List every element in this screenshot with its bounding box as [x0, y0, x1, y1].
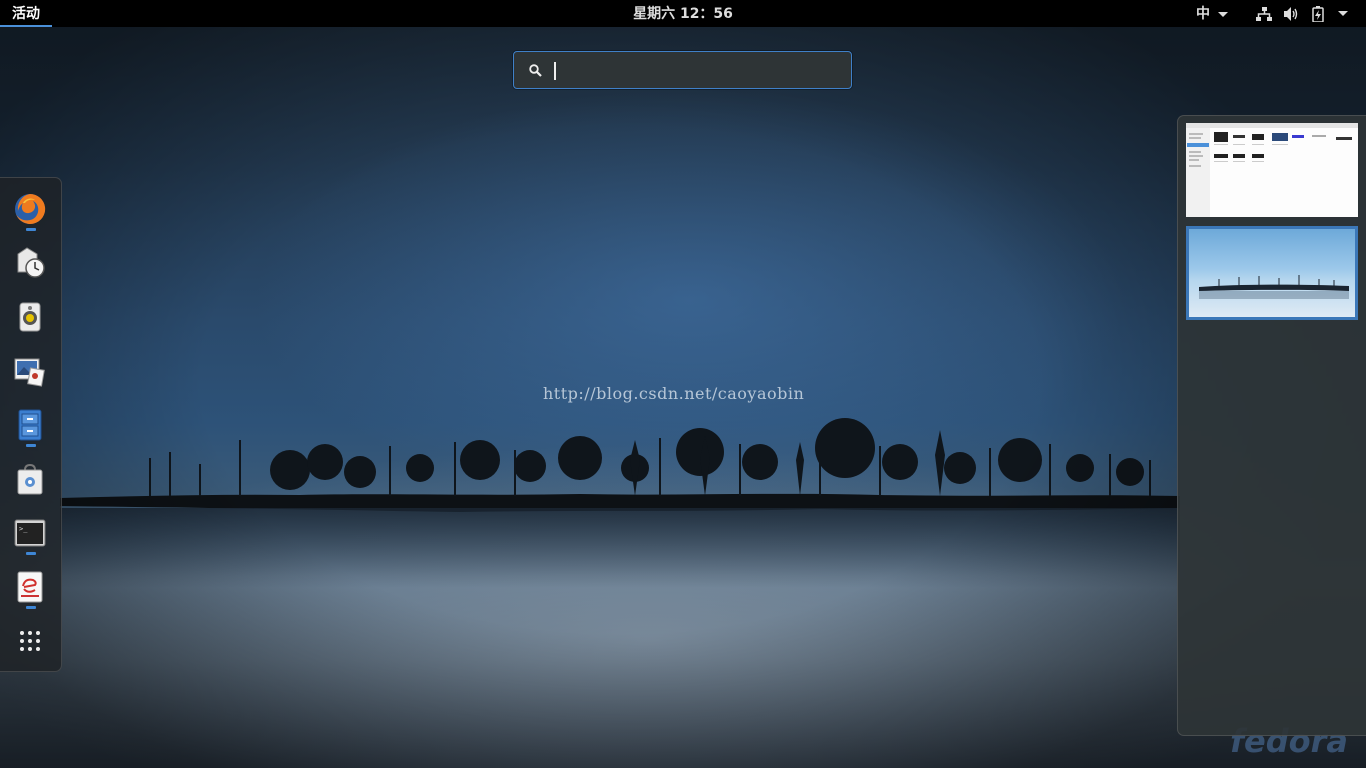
image-viewer-icon [14, 358, 45, 387]
dash-item-firefox[interactable] [13, 192, 47, 226]
dash-item-image-viewer[interactable] [13, 354, 47, 388]
battery-charging-icon [1312, 5, 1324, 22]
dash-item-eclipse[interactable] [13, 570, 47, 604]
activities-button[interactable]: 活动 [0, 0, 52, 27]
search-icon [529, 64, 542, 77]
top-bar: 活动 星期六 12：56 中 [0, 0, 1366, 27]
terminal-icon: >_ [14, 519, 46, 547]
dash-item-backup[interactable] [13, 246, 47, 280]
running-indicator [26, 444, 36, 447]
dash-item-files[interactable] [13, 408, 47, 442]
search-box[interactable] [513, 51, 852, 89]
firefox-icon [15, 193, 46, 224]
clock-button[interactable]: 星期六 12：56 [633, 6, 733, 22]
svg-text:>_: >_ [19, 525, 28, 533]
backup-clock-icon [17, 247, 45, 278]
show-applications-grid-icon [20, 631, 40, 651]
workspace-switcher [1177, 115, 1366, 736]
eclipse-doc-icon [17, 571, 43, 603]
network-icon [1256, 6, 1272, 21]
clock-container: 星期六 12：56 [0, 0, 1366, 28]
workspace-preview-files-window [1186, 123, 1358, 217]
workspace-preview-wallpaper [1199, 275, 1349, 299]
volume-icon [1284, 6, 1298, 21]
search-input[interactable] [552, 59, 846, 83]
input-method-menu[interactable]: 中 [1196, 0, 1228, 28]
watermark-text: http://blog.csdn.net/caoyaobin [543, 384, 805, 403]
files-cabinet-icon [18, 409, 42, 441]
text-cursor [554, 62, 556, 80]
dash-item-terminal[interactable]: >_ [13, 516, 47, 550]
workspace-thumbnail-1[interactable] [1186, 123, 1358, 217]
rhythmbox-speaker-icon [19, 302, 41, 332]
software-bag-icon [17, 463, 43, 495]
dash-item-software[interactable] [13, 462, 47, 496]
running-indicator [26, 606, 36, 609]
dash: >_ [0, 177, 62, 672]
chevron-down-icon [1338, 11, 1348, 16]
system-menu[interactable] [1256, 0, 1348, 27]
show-applications-button[interactable] [13, 624, 47, 658]
input-method-label: 中 [1196, 6, 1210, 22]
dash-item-rhythmbox[interactable] [13, 300, 47, 334]
running-indicator [26, 228, 36, 231]
running-indicator [26, 552, 36, 555]
workspace-thumbnail-2-active[interactable] [1186, 226, 1358, 320]
chevron-down-icon [1218, 11, 1228, 17]
